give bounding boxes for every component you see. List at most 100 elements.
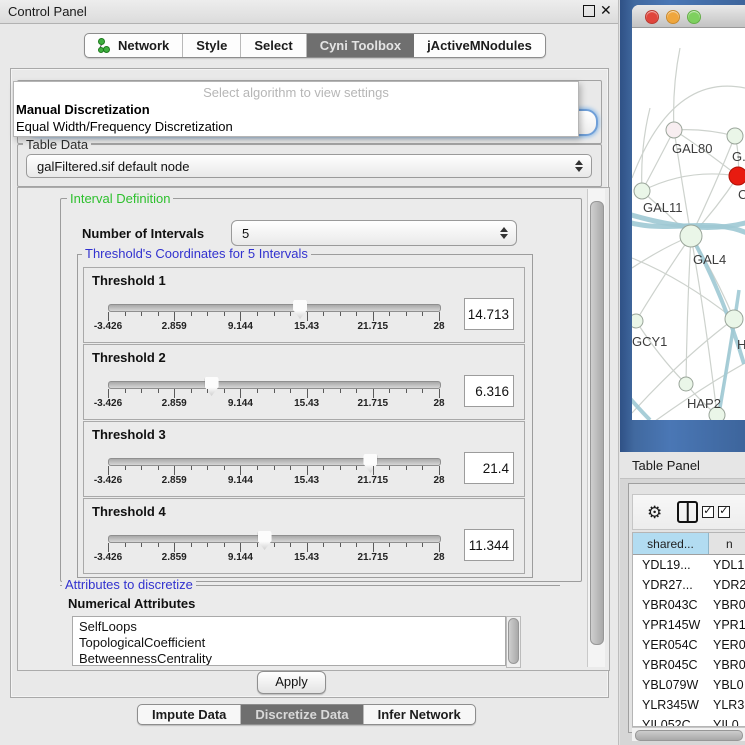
scrollbar-thumb[interactable] bbox=[590, 201, 604, 645]
tab-network[interactable]: Network bbox=[85, 34, 183, 57]
table-data-combobox[interactable]: galFiltered.sif default node bbox=[26, 154, 592, 178]
gear-icon[interactable]: ⚙ bbox=[647, 504, 662, 521]
threshold-1-value-field[interactable] bbox=[464, 298, 514, 330]
network-node-HAP2-node[interactable] bbox=[679, 377, 693, 391]
table-row[interactable]: YBR043CYBR0 bbox=[633, 595, 745, 615]
table-row[interactable]: YPR145WYPR1 bbox=[633, 615, 745, 635]
cell-name[interactable]: YBR0 bbox=[709, 658, 745, 672]
network-node-H-node[interactable] bbox=[725, 310, 743, 328]
numerical-attributes-list[interactable]: SelfLoopsTopologicalCoefficientBetweenne… bbox=[72, 616, 506, 666]
network-edge[interactable] bbox=[674, 48, 680, 130]
table-row[interactable]: YBR045CYBR0 bbox=[633, 655, 745, 675]
tab-jactivemnodules[interactable]: jActiveMNodules bbox=[414, 34, 545, 57]
table-row[interactable]: YLR345WYLR3 bbox=[633, 695, 745, 715]
close-traffic-light-icon[interactable] bbox=[645, 10, 659, 24]
threshold-2-slider[interactable] bbox=[108, 381, 441, 389]
checkbox-icon[interactable] bbox=[718, 506, 730, 518]
attribute-list-item[interactable]: TopologicalCoefficient bbox=[79, 635, 505, 651]
tick-mark bbox=[290, 312, 291, 316]
column-header-shared-name[interactable]: shared... bbox=[633, 533, 709, 554]
cell-shared-name[interactable]: YLR345W bbox=[633, 698, 709, 712]
network-node-GCY1-node[interactable] bbox=[632, 314, 643, 328]
scrollbar-thumb[interactable] bbox=[508, 618, 519, 664]
network-edge[interactable] bbox=[686, 236, 691, 384]
combo-arrows-icon[interactable] bbox=[571, 160, 587, 172]
minimize-traffic-light-icon[interactable] bbox=[666, 10, 680, 24]
cell-shared-name[interactable]: YDL19... bbox=[633, 558, 709, 572]
tick-mark bbox=[224, 312, 225, 316]
cell-name[interactable]: YBL0 bbox=[709, 678, 745, 692]
network-edge[interactable] bbox=[636, 321, 686, 384]
column-header-name[interactable]: n bbox=[709, 533, 745, 554]
table-row[interactable]: YIL052CYIL0 bbox=[633, 715, 745, 727]
number-of-intervals-spinner[interactable]: 5 bbox=[231, 220, 517, 246]
threshold-3-slider[interactable] bbox=[108, 458, 441, 466]
threshold-1-slider[interactable] bbox=[108, 304, 441, 312]
panel-title: Control Panel bbox=[8, 4, 87, 19]
network-node-red-node[interactable] bbox=[729, 167, 745, 185]
tab-cyni-toolbox[interactable]: Cyni Toolbox bbox=[307, 34, 414, 57]
cell-shared-name[interactable]: YBL079W bbox=[633, 678, 709, 692]
dropdown-item-equal-width-frequency[interactable]: Equal Width/Frequency Discretization bbox=[16, 119, 233, 134]
network-node-top-right-node[interactable] bbox=[727, 128, 743, 144]
network-node-GAL80-node[interactable] bbox=[666, 122, 682, 138]
tick-mark bbox=[439, 312, 440, 321]
cell-shared-name[interactable]: YDR27... bbox=[633, 578, 709, 592]
table-row[interactable]: YER054CYER0 bbox=[633, 635, 745, 655]
cell-shared-name[interactable]: YBR045C bbox=[633, 658, 709, 672]
threshold-4-slider[interactable] bbox=[108, 535, 441, 543]
tick-mark bbox=[340, 466, 341, 470]
tick-mark bbox=[422, 389, 423, 393]
cell-shared-name[interactable]: YPR145W bbox=[633, 618, 709, 632]
panel-vertical-scrollbar[interactable] bbox=[587, 189, 605, 667]
attributes-list-scrollbar[interactable] bbox=[506, 616, 521, 668]
tick-mark bbox=[158, 312, 159, 316]
zoom-traffic-light-icon[interactable] bbox=[687, 10, 701, 24]
spinner-arrows-icon[interactable] bbox=[496, 227, 512, 239]
network-edge[interactable] bbox=[674, 130, 735, 136]
tab-discretize-data[interactable]: Discretize Data bbox=[241, 705, 363, 724]
close-icon[interactable]: ✕ bbox=[600, 2, 612, 19]
tick-mark bbox=[191, 466, 192, 470]
tick-mark bbox=[323, 466, 324, 470]
table-row[interactable]: YDL19...YDL1 bbox=[633, 555, 745, 575]
cell-name[interactable]: YIL0 bbox=[709, 718, 745, 727]
checkbox-icon[interactable] bbox=[702, 506, 714, 518]
network-window-titlebar[interactable] bbox=[632, 5, 745, 28]
table-row[interactable]: YBL079WYBL0 bbox=[633, 675, 745, 695]
table-horizontal-scrollbar[interactable] bbox=[632, 727, 745, 741]
attribute-list-item[interactable]: SelfLoops bbox=[79, 619, 505, 635]
cell-shared-name[interactable]: YER054C bbox=[633, 638, 709, 652]
cell-name[interactable]: YDL1 bbox=[709, 558, 745, 572]
tab-impute-data[interactable]: Impute Data bbox=[138, 705, 241, 724]
apply-button[interactable]: Apply bbox=[257, 671, 326, 694]
float-window-icon[interactable] bbox=[583, 5, 595, 17]
network-edge[interactable] bbox=[632, 363, 745, 420]
cell-name[interactable]: YPR1 bbox=[709, 618, 745, 632]
cell-name[interactable]: YDR2 bbox=[709, 578, 745, 592]
tab-infer-network[interactable]: Infer Network bbox=[364, 705, 475, 724]
network-node-GAL11-node[interactable] bbox=[634, 183, 650, 199]
cell-name[interactable]: YER0 bbox=[709, 638, 745, 652]
tab-style[interactable]: Style bbox=[183, 34, 241, 57]
network-edge[interactable] bbox=[642, 174, 738, 191]
tab-select[interactable]: Select bbox=[241, 34, 306, 57]
threshold-3-value-field[interactable] bbox=[464, 452, 514, 484]
node-label-GAL4: GAL4 bbox=[693, 252, 726, 267]
dropdown-item-manual-discretization[interactable]: Manual Discretization bbox=[16, 102, 150, 117]
cell-shared-name[interactable]: YIL052C bbox=[633, 718, 709, 727]
attribute-list-item[interactable]: BetweennessCentrality bbox=[79, 651, 505, 666]
cell-name[interactable]: YLR3 bbox=[709, 698, 745, 712]
network-node-GAL4-node[interactable] bbox=[680, 225, 702, 247]
network-edge[interactable] bbox=[642, 130, 674, 191]
cell-name[interactable]: YBR0 bbox=[709, 598, 745, 612]
threshold-2-value-field[interactable] bbox=[464, 375, 514, 407]
tick-mark bbox=[389, 543, 390, 547]
table-row[interactable]: YDR27...YDR2 bbox=[633, 575, 745, 595]
column-layout-icon[interactable] bbox=[677, 501, 698, 523]
threshold-4-value-field[interactable] bbox=[464, 529, 514, 561]
network-canvas[interactable]: GAL80G.CGAL11GAL4GCY1HHAP2 bbox=[632, 28, 745, 420]
scrollbar-thumb[interactable] bbox=[635, 730, 743, 741]
network-edge[interactable] bbox=[632, 396, 650, 420]
cell-shared-name[interactable]: YBR043C bbox=[633, 598, 709, 612]
